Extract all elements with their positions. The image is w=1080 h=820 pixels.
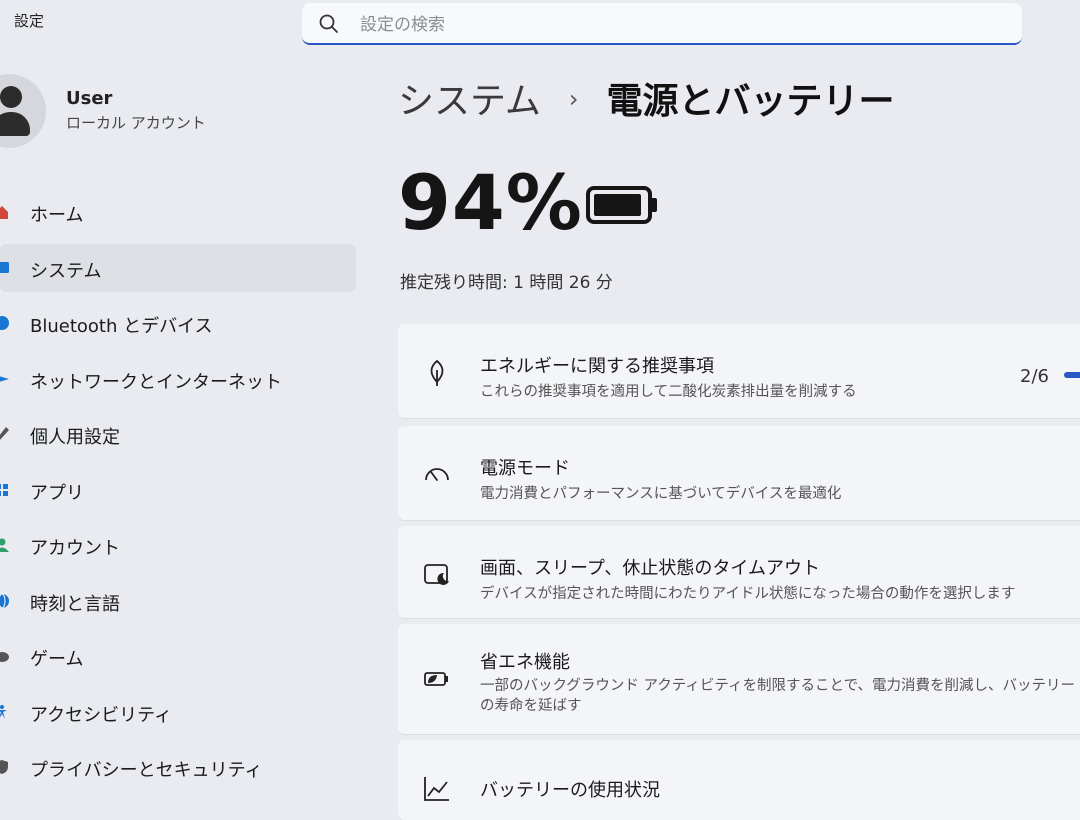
breadcrumb-separator: › [568, 85, 579, 113]
card-title: バッテリーの使用状況 [480, 780, 660, 801]
card-title: エネルギーに関する推奨事項 [480, 356, 714, 377]
gauge-icon [425, 468, 449, 481]
sidebar-item-gaming[interactable]: ゲーム [0, 632, 356, 680]
accessibility-icon [0, 704, 7, 719]
sidebar-item-label: ネットワークとインターネット [30, 371, 282, 393]
globe-icon [0, 593, 9, 608]
breadcrumb: システム › 電源とバッテリー [398, 72, 895, 124]
sidebar-item-network[interactable]: ネットワークとインターネット [0, 355, 356, 403]
card-description: デバイスが指定された時間にわたりアイドル状態になった場合の動作を選択します [480, 586, 1016, 602]
sidebar-item-label: アクセシビリティ [30, 704, 173, 726]
screen-sleep-icon [424, 564, 449, 585]
sidebar-item-label: 時刻と言語 [30, 593, 120, 615]
shield-icon [0, 760, 8, 774]
sidebar-item-label: 個人用設定 [30, 427, 120, 448]
battery-percentage: 94% [398, 158, 583, 247]
card-description: 電力消費とパフォーマンスに基づいてデバイスを最適化 [480, 486, 842, 502]
card-description: これらの推奨事項を適用して二酸化炭素排出量を削減する [480, 384, 857, 400]
card-title: 省エネ機能 [480, 652, 570, 673]
user-name: User [66, 88, 113, 109]
account-icon [0, 538, 9, 552]
sidebar-item-home[interactable]: ホーム [0, 188, 356, 236]
chart-icon [424, 777, 449, 801]
battery-icon [586, 186, 657, 224]
search-icon [319, 14, 338, 33]
app-title: 設定 [14, 12, 45, 30]
sidebar-item-label: Bluetooth とデバイス [30, 316, 213, 337]
apps-icon [0, 483, 8, 496]
sidebar-item-label: アプリ [30, 482, 84, 504]
card-title: 電源モード [480, 458, 570, 479]
sidebar-nav: ホーム システム Bluetooth とデバイス ネットワークとインターネット … [0, 188, 356, 799]
account-type: ローカル アカウント [66, 114, 206, 132]
sidebar-item-label: アカウント [30, 538, 120, 559]
sidebar-item-accessibility[interactable]: アクセシビリティ [0, 688, 356, 736]
home-icon [0, 206, 8, 219]
sidebar-item-system[interactable]: システム [0, 243, 356, 292]
card-title: 画面、スリープ、休止状態のタイムアウト [480, 558, 821, 579]
sidebar-item-label: ゲーム [30, 649, 84, 670]
page-title: 電源とバッテリー [606, 81, 895, 122]
leaf-icon [430, 359, 444, 386]
energy-saver-card[interactable]: 省エネ機能 一部のバックグラウンド アクティビティを制限することで、電力消費を削… [398, 624, 1080, 734]
sidebar-item-time-language[interactable]: 時刻と言語 [0, 577, 356, 625]
sidebar-item-bluetooth[interactable]: Bluetooth とデバイス [0, 299, 356, 347]
sidebar-item-label: ホーム [30, 205, 84, 226]
battery-fill [594, 194, 641, 216]
brush-icon [0, 427, 9, 440]
system-icon [0, 261, 9, 273]
breadcrumb-parent[interactable]: システム [398, 81, 541, 122]
progress-bar [1064, 372, 1080, 378]
search-box[interactable] [302, 3, 1022, 45]
search-input[interactable] [358, 9, 982, 41]
battery-saver-icon [424, 672, 448, 686]
sidebar-item-label: プライバシーとセキュリティ [30, 760, 263, 781]
battery-usage-card[interactable]: バッテリーの使用状況 [398, 740, 1080, 820]
card-description: 一部のバックグラウンド アクティビティを制限することで、電力消費を削減し、バッテ… [480, 678, 1076, 714]
screen-sleep-timeout-card[interactable]: 画面、スリープ、休止状態のタイムアウト デバイスが指定された時間にわたりアイドル… [398, 526, 1080, 618]
network-icon [0, 375, 9, 382]
bluetooth-icon [0, 316, 9, 330]
sidebar-item-label: システム [30, 260, 102, 282]
energy-recommendations-card[interactable]: エネルギーに関する推奨事項 これらの推奨事項を適用して二酸化炭素排出量を削減する… [398, 324, 1080, 418]
gamepad-icon [0, 652, 9, 662]
power-mode-card[interactable]: 電源モード 電力消費とパフォーマンスに基づいてデバイスを最適化 [398, 426, 1080, 520]
remaining-time: 推定残り時間: 1 時間 26 分 [400, 273, 613, 293]
sidebar-item-privacy-security[interactable]: プライバシーとセキュリティ [0, 743, 356, 791]
avatar [0, 74, 46, 148]
sidebar-item-accounts[interactable]: アカウント [0, 521, 356, 569]
sidebar-item-personalization[interactable]: 個人用設定 [0, 410, 356, 458]
user-profile[interactable]: User ローカル アカウント [0, 74, 300, 154]
sidebar-item-apps[interactable]: アプリ [0, 466, 356, 514]
recommendations-progress: 2/6 [1020, 366, 1049, 387]
